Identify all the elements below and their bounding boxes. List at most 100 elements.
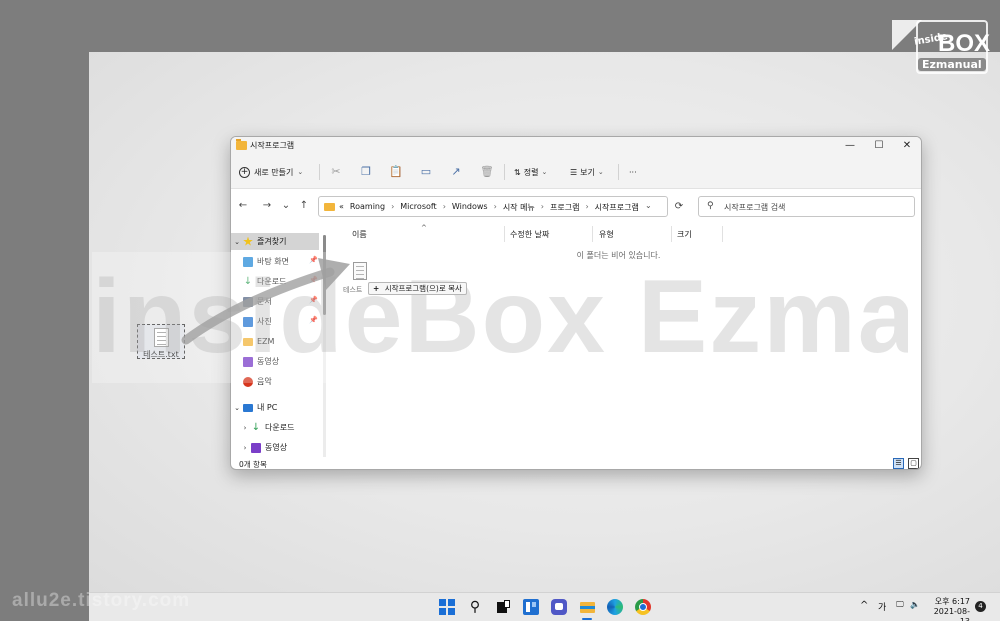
delete-icon[interactable]: 🗑 xyxy=(479,164,495,180)
breadcrumb-item[interactable]: Microsoft xyxy=(400,202,436,213)
start-icon[interactable] xyxy=(439,599,455,615)
details-view-icon[interactable]: ☰ xyxy=(893,458,904,469)
column-divider[interactable] xyxy=(722,226,723,242)
edge-icon[interactable] xyxy=(607,599,623,615)
rename-icon[interactable]: ▭ xyxy=(418,164,434,180)
column-divider[interactable] xyxy=(592,226,593,242)
clock-time: 오후 6:17 xyxy=(934,597,970,606)
folder-icon xyxy=(324,203,335,211)
share-icon[interactable]: ↗ xyxy=(448,164,464,180)
search-icon[interactable]: ⚲ xyxy=(467,599,483,615)
view-button[interactable]: ☰ 보기 ⌄ xyxy=(570,164,604,180)
chevron-down-icon: ⌄ xyxy=(541,168,548,176)
new-button[interactable]: + 새로 만들기 ⌄ xyxy=(239,164,303,180)
breadcrumb-separator[interactable]: › xyxy=(541,202,544,213)
close-button[interactable]: ✕ xyxy=(900,139,914,152)
breadcrumb-separator[interactable]: › xyxy=(391,202,394,213)
sort-ascending-icon: ^ xyxy=(421,224,427,232)
breadcrumb-separator[interactable]: › xyxy=(585,202,588,213)
navigation-bar: ← → ⌄ ↑ « Roaming › Microsoft › Windows … xyxy=(231,193,921,219)
breadcrumb-separator[interactable]: › xyxy=(443,202,446,213)
notification-badge[interactable]: 4 xyxy=(975,601,986,612)
toolbar-divider xyxy=(504,164,505,180)
site-watermark: allu2e.tistory.com xyxy=(12,590,191,611)
ime-indicator[interactable]: 가 xyxy=(878,600,886,613)
copy-icon[interactable]: ❐ xyxy=(358,164,374,180)
plus-icon: + xyxy=(239,166,250,178)
recent-locations-button[interactable]: ⌄ xyxy=(279,199,293,213)
tray-overflow-chevron-icon[interactable]: ^ xyxy=(860,600,868,611)
star-icon xyxy=(243,236,253,246)
command-bar: + 새로 만들기 ⌄ ✂ ❐ 📋 ▭ ↗ 🗑 ⇅ 정렬 ⌄ ☰ 보기 ⌄ ··· xyxy=(231,155,921,189)
network-icon[interactable]: 🖵 xyxy=(896,600,904,610)
breadcrumb-item[interactable]: 프로그램 xyxy=(550,202,579,213)
sidebar-item-this-pc[interactable]: ⌄ 내 PC xyxy=(231,399,319,416)
sort-icon: ⇅ xyxy=(514,167,521,177)
breadcrumb-overflow[interactable]: « xyxy=(339,202,344,213)
sidebar-item-pc-videos[interactable]: › 동영상 xyxy=(239,439,319,456)
logo-main-text: BOX xyxy=(938,30,991,57)
minimize-button[interactable]: — xyxy=(843,139,857,152)
search-placeholder: 시작프로그램 검색 xyxy=(724,203,786,212)
chevron-down-icon: ⌄ xyxy=(597,168,604,176)
chevron-right-icon: › xyxy=(243,423,247,432)
column-divider[interactable] xyxy=(504,226,505,242)
task-view-icon[interactable] xyxy=(495,599,511,615)
chevron-down-icon: ⌄ xyxy=(234,237,240,246)
column-header-type[interactable]: 유형 xyxy=(599,229,614,240)
sort-button[interactable]: ⇅ 정렬 ⌄ xyxy=(514,164,547,180)
view-label: 보기 xyxy=(580,167,595,177)
teams-chat-icon[interactable] xyxy=(551,599,567,615)
sidebar-item-pc-downloads[interactable]: › ↓ 다운로드 xyxy=(239,419,319,436)
breadcrumb-item[interactable]: 시작 메뉴 xyxy=(503,202,535,213)
search-box[interactable]: ⚲ 시작프로그램 검색 xyxy=(698,196,915,217)
clock-date: 2021-08-13 xyxy=(933,607,970,621)
toolbar-divider xyxy=(618,164,619,180)
window-title: 시작프로그램 xyxy=(250,141,295,150)
insidebox-logo: inside BOX Ezmanual xyxy=(892,20,991,74)
logo-sub-text: Ezmanual xyxy=(918,58,986,71)
pc-icon xyxy=(243,403,253,412)
title-bar[interactable]: 시작프로그램 — ☐ ✕ xyxy=(231,137,921,155)
chrome-icon[interactable] xyxy=(635,599,651,615)
breadcrumb-item[interactable]: Roaming xyxy=(350,202,385,213)
sidebar-item-quick-access[interactable]: ⌄ 즐겨찾기 xyxy=(231,233,319,250)
back-button[interactable]: ← xyxy=(236,199,250,213)
up-button[interactable]: ↑ xyxy=(297,199,311,213)
column-header-size[interactable]: 크기 xyxy=(677,229,692,240)
sidebar-item-label: 즐겨찾기 xyxy=(257,237,287,246)
widgets-icon[interactable] xyxy=(523,599,539,615)
clock[interactable]: 오후 6:17 2021-08-13 xyxy=(926,597,970,621)
column-divider[interactable] xyxy=(671,226,672,242)
chevron-right-icon: › xyxy=(243,443,247,452)
videos-icon xyxy=(251,442,261,453)
forward-button[interactable]: → xyxy=(260,199,274,213)
file-explorer-icon[interactable] xyxy=(579,599,595,620)
outer-background-left xyxy=(0,52,89,621)
paste-icon[interactable]: 📋 xyxy=(388,164,404,180)
sidebar-item-label: 동영상 xyxy=(265,443,288,452)
large-icons-view-icon[interactable]: ▢ xyxy=(908,458,919,469)
breadcrumb-item[interactable]: 시작프로그램 xyxy=(595,202,639,213)
breadcrumb-item[interactable]: Windows xyxy=(452,202,488,213)
status-bar: 0개 항목 ☰ ▢ xyxy=(231,457,921,469)
new-button-label: 새로 만들기 xyxy=(254,167,294,177)
sidebar-item-label: 다운로드 xyxy=(265,423,295,432)
address-bar[interactable]: « Roaming › Microsoft › Windows › 시작 메뉴 … xyxy=(318,196,668,217)
address-history-chevron-icon[interactable]: ⌄ xyxy=(645,201,652,210)
chevron-down-icon: ⌄ xyxy=(297,168,304,176)
column-header-modified[interactable]: 수정한 날짜 xyxy=(510,229,549,240)
cut-icon[interactable]: ✂ xyxy=(328,164,344,180)
volume-icon[interactable]: 🔈 xyxy=(910,600,920,609)
breadcrumb-separator[interactable]: › xyxy=(494,202,497,213)
refresh-button[interactable]: ⟳ xyxy=(673,201,685,213)
search-icon: ⚲ xyxy=(707,201,714,211)
column-header-name[interactable]: 이름 xyxy=(352,229,367,240)
download-icon: ↓ xyxy=(251,421,261,433)
watermark-band: insideBox Ezmanual xyxy=(92,252,908,383)
view-icon: ☰ xyxy=(570,167,578,177)
outer-background xyxy=(0,0,1000,52)
sort-label: 정렬 xyxy=(523,167,539,177)
maximize-button[interactable]: ☐ xyxy=(872,139,886,152)
more-button[interactable]: ··· xyxy=(629,164,637,180)
